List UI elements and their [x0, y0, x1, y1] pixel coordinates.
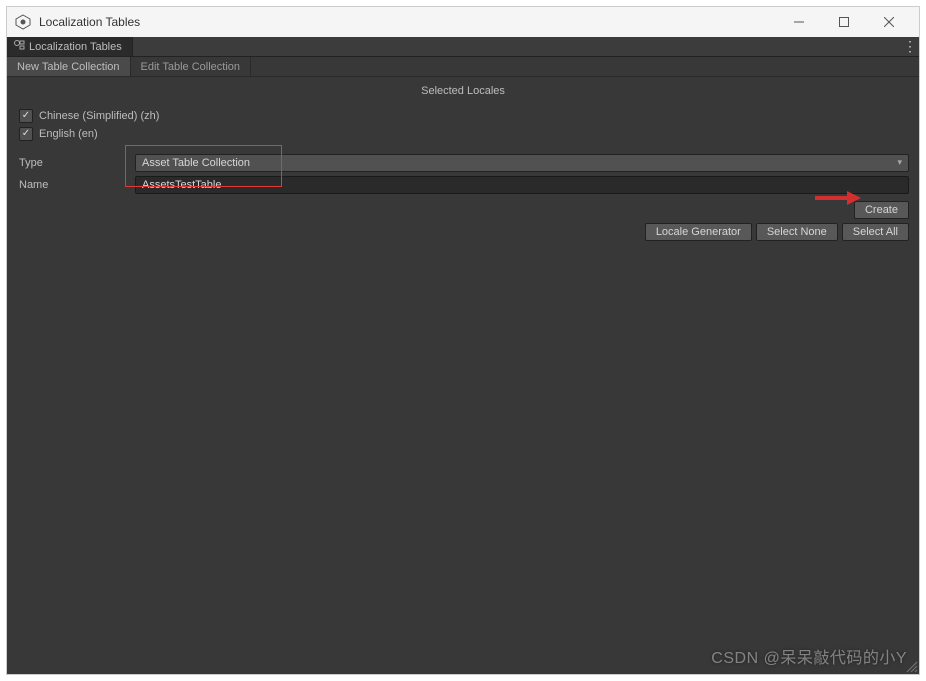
close-button[interactable] — [866, 7, 911, 37]
select-none-button[interactable]: Select None — [756, 223, 838, 241]
locate-icon — [13, 39, 25, 54]
checkbox-icon[interactable]: ✓ — [19, 127, 33, 141]
locale-generator-button[interactable]: Locale Generator — [645, 223, 752, 241]
section-title: Selected Locales — [17, 85, 909, 97]
name-input[interactable] — [135, 176, 909, 194]
window-title: Localization Tables — [39, 15, 140, 29]
type-dropdown[interactable]: Asset Table Collection ▾ — [135, 154, 909, 172]
tab-edit-table-collection[interactable]: Edit Table Collection — [131, 57, 251, 76]
doc-tab-localization-tables[interactable]: Localization Tables — [7, 37, 133, 56]
resize-grip[interactable] — [904, 659, 918, 673]
locale-row-en[interactable]: ✓ English (en) — [17, 125, 909, 143]
minimize-button[interactable] — [776, 7, 821, 37]
doc-tab-row: Localization Tables ⋮ — [7, 37, 919, 57]
select-all-button[interactable]: Select All — [842, 223, 909, 241]
body-area: Selected Locales ✓ Chinese (Simplified) … — [7, 77, 919, 674]
locale-label: English (en) — [39, 128, 98, 140]
type-row: Type Asset Table Collection ▾ — [17, 153, 909, 173]
editor-content: Localization Tables ⋮ New Table Collecti… — [7, 37, 919, 674]
tab-new-table-collection[interactable]: New Table Collection — [7, 57, 131, 76]
maximize-button[interactable] — [821, 7, 866, 37]
type-value: Asset Table Collection — [142, 157, 250, 169]
name-label: Name — [17, 179, 135, 191]
window-frame: Localization Tables Localization Table — [6, 6, 920, 675]
locale-label: Chinese (Simplified) (zh) — [39, 110, 159, 122]
locale-row-zh[interactable]: ✓ Chinese (Simplified) (zh) — [17, 107, 909, 125]
app-icon — [15, 14, 31, 30]
doc-tab-label: Localization Tables — [29, 41, 122, 53]
titlebar[interactable]: Localization Tables — [7, 7, 919, 37]
tab-menu-button[interactable]: ⋮ — [901, 37, 919, 56]
chevron-down-icon: ▾ — [897, 157, 902, 168]
checkbox-icon[interactable]: ✓ — [19, 109, 33, 123]
create-button[interactable]: Create — [854, 201, 909, 219]
sub-tabs: New Table Collection Edit Table Collecti… — [7, 57, 919, 77]
name-row: Name — [17, 175, 909, 195]
type-label: Type — [17, 157, 135, 169]
